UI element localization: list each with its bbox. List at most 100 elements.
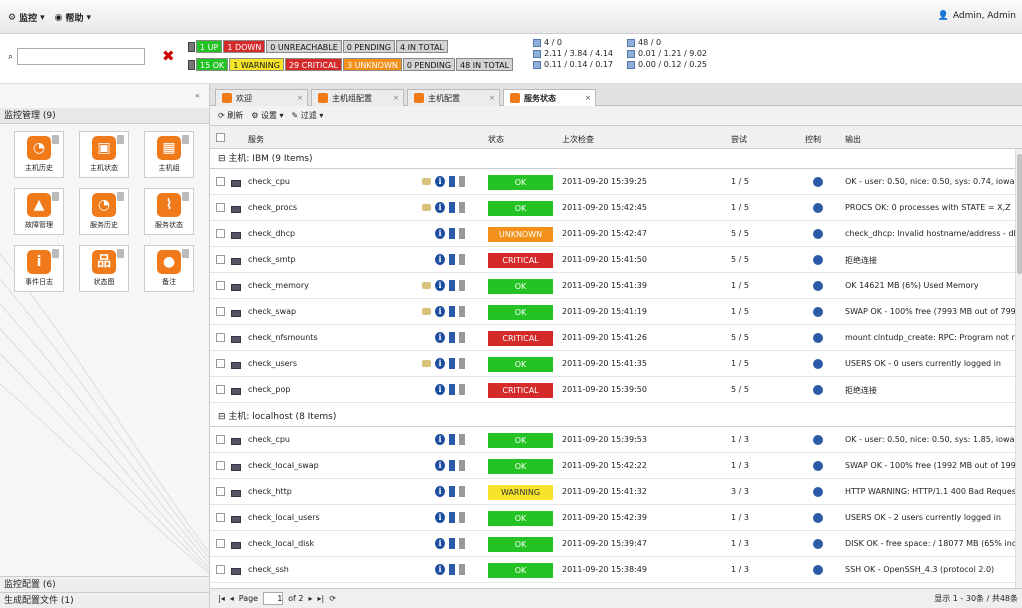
service-name[interactable]: check_local_swap — [248, 461, 319, 470]
sidebar-tile[interactable]: ◔ 主机历史 — [14, 131, 64, 178]
notes-icon[interactable] — [459, 512, 465, 523]
info-icon[interactable]: i — [435, 332, 445, 343]
col-attempt[interactable]: 尝试 — [731, 134, 747, 145]
trash-icon[interactable] — [52, 249, 59, 258]
row-checkbox[interactable] — [216, 539, 225, 548]
col-last-check[interactable]: 上次检查 — [562, 134, 594, 145]
service-name[interactable]: check_memory — [248, 281, 309, 290]
col-control[interactable]: 控制 — [805, 134, 821, 145]
grid-scrollbar[interactable] — [1015, 149, 1022, 588]
graph-icon[interactable] — [449, 564, 455, 575]
trash-icon[interactable] — [182, 192, 189, 201]
trash-icon[interactable] — [117, 192, 124, 201]
info-icon[interactable]: i — [435, 512, 445, 523]
reload-icon[interactable]: ⟳ — [329, 594, 336, 603]
table-row[interactable]: check_procs i OK 2011-09-20 15:42:45 1 / 5 PR… — [210, 195, 1022, 221]
table-row[interactable]: check_smtp i CRITICAL 2011-09-20 15:41:50 5 … — [210, 247, 1022, 273]
sidebar-tile[interactable]: i 事件日志 — [14, 245, 64, 292]
hosts-total[interactable]: 4 IN TOTAL — [396, 40, 448, 53]
sidebar-generate-config[interactable]: 生成配置文件 (1) — [0, 592, 209, 608]
table-row[interactable]: check_pop i CRITICAL 2011-09-20 15:39:50 5 /… — [210, 377, 1022, 403]
notes-icon[interactable] — [459, 332, 465, 343]
graph-icon[interactable] — [449, 486, 455, 497]
sidebar-tile[interactable]: ◔ 服务历史 — [79, 188, 129, 235]
table-row[interactable]: check_cpu i OK 2011-09-20 15:39:25 1 / 5 OK -… — [210, 169, 1022, 195]
service-name[interactable]: check_pop — [248, 385, 290, 394]
graph-icon[interactable] — [449, 280, 455, 291]
control-icon[interactable] — [813, 487, 823, 497]
info-icon[interactable]: i — [435, 358, 445, 369]
service-name[interactable]: check_swap — [248, 307, 296, 316]
sidebar-monitor-config[interactable]: 监控配置 (6) — [0, 576, 209, 592]
control-icon[interactable] — [813, 461, 823, 471]
service-name[interactable]: check_http — [248, 487, 292, 496]
info-icon[interactable]: i — [435, 306, 445, 317]
info-icon[interactable]: i — [435, 538, 445, 549]
search-input[interactable] — [17, 48, 146, 65]
control-icon[interactable] — [813, 435, 823, 445]
comment-icon[interactable] — [422, 360, 431, 367]
trash-icon[interactable] — [182, 249, 189, 258]
row-checkbox[interactable] — [216, 487, 225, 496]
table-row[interactable]: check_ssh i OK 2011-09-20 15:38:49 1 / 3 SSH … — [210, 557, 1022, 583]
control-icon[interactable] — [813, 333, 823, 343]
table-row[interactable]: check_cpu i OK 2011-09-20 15:39:53 1 / 3 OK -… — [210, 427, 1022, 453]
row-checkbox[interactable] — [216, 513, 225, 522]
services-pending[interactable]: 0 PENDING — [402, 58, 456, 71]
comment-icon[interactable] — [422, 308, 431, 315]
graph-icon[interactable] — [449, 460, 455, 471]
sidebar-tile[interactable]: ▲ 故障管理 — [14, 188, 64, 235]
service-name[interactable]: check_procs — [248, 203, 297, 212]
trash-icon[interactable] — [52, 192, 59, 201]
tab-welcome[interactable]: 欢迎 × — [215, 89, 308, 106]
services-unknown[interactable]: 3 UNKNOWN — [342, 58, 402, 71]
row-checkbox[interactable] — [216, 333, 225, 342]
info-icon[interactable]: i — [435, 176, 445, 187]
row-checkbox[interactable] — [216, 359, 225, 368]
trash-icon[interactable] — [117, 135, 124, 144]
hosts-up[interactable]: 1 UP — [196, 40, 223, 53]
table-row[interactable]: check_users i OK 2011-09-20 15:41:35 1 / 5 US… — [210, 351, 1022, 377]
info-icon[interactable]: i — [435, 564, 445, 575]
control-icon[interactable] — [813, 513, 823, 523]
info-icon[interactable]: i — [435, 460, 445, 471]
sidebar-tile[interactable]: ▦ 主机组 — [144, 131, 194, 178]
trash-icon[interactable] — [117, 249, 124, 258]
notes-icon[interactable] — [459, 358, 465, 369]
control-icon[interactable] — [813, 255, 823, 265]
info-icon[interactable]: i — [435, 202, 445, 213]
page-input[interactable] — [263, 592, 284, 605]
row-checkbox[interactable] — [216, 461, 225, 470]
service-name[interactable]: check_cpu — [248, 435, 290, 444]
control-icon[interactable] — [813, 385, 823, 395]
table-row[interactable]: check_local_users i OK 2011-09-20 15:42:39 1… — [210, 505, 1022, 531]
sidebar-tile[interactable]: ⌇ 服务状态 — [144, 188, 194, 235]
comment-icon[interactable] — [422, 282, 431, 289]
control-icon[interactable] — [813, 307, 823, 317]
group-header[interactable]: ⊟ 主机: localhost (8 Items) — [210, 407, 1022, 427]
graph-icon[interactable] — [449, 176, 455, 187]
last-page-icon[interactable]: ▸| — [317, 594, 324, 603]
row-checkbox[interactable] — [216, 385, 225, 394]
user-menu[interactable]: 👤 Admin, Admin — [938, 11, 1016, 21]
graph-icon[interactable] — [449, 434, 455, 445]
table-row[interactable]: check_local_swap i OK 2011-09-20 15:42:22 1 … — [210, 453, 1022, 479]
service-name[interactable]: check_dhcp — [248, 229, 295, 238]
control-icon[interactable] — [813, 281, 823, 291]
notes-icon[interactable] — [459, 460, 465, 471]
first-page-icon[interactable]: |◂ — [218, 594, 225, 603]
table-row[interactable]: check_dhcp i UNKNOWN 2011-09-20 15:42:47 5 /… — [210, 221, 1022, 247]
control-icon[interactable] — [813, 203, 823, 213]
prev-page-icon[interactable]: ◂ — [230, 594, 234, 603]
service-name[interactable]: check_users — [248, 359, 297, 368]
hosts-unreachable[interactable]: 0 UNREACHABLE — [266, 40, 342, 53]
info-icon[interactable]: i — [435, 228, 445, 239]
notes-icon[interactable] — [459, 564, 465, 575]
notes-icon[interactable] — [459, 280, 465, 291]
trash-icon[interactable] — [182, 135, 189, 144]
graph-icon[interactable] — [449, 202, 455, 213]
row-checkbox[interactable] — [216, 565, 225, 574]
info-icon[interactable]: i — [435, 434, 445, 445]
col-state[interactable]: 状态 — [488, 134, 504, 145]
menu-help[interactable]: ◉ 帮助 ▾ — [55, 11, 91, 25]
